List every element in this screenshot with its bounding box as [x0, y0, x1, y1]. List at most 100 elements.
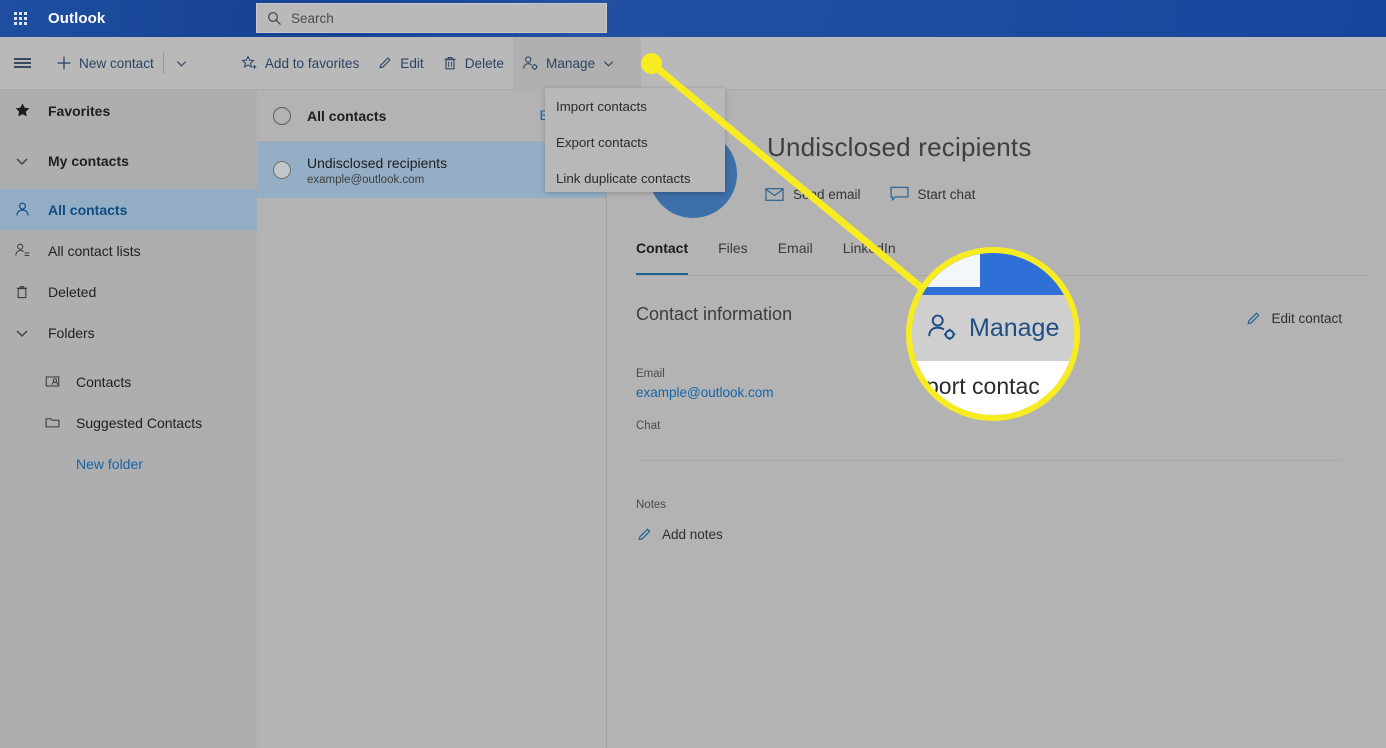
magnifier-menu-text: port contac	[926, 373, 1040, 399]
menu-item-import-contacts[interactable]: Import contacts	[545, 88, 725, 124]
page-title: Undisclosed recipients	[767, 132, 1032, 162]
sidebar: Favorites My contacts All contacts All c…	[0, 90, 257, 748]
sidebar-item-label: All contact lists	[48, 242, 141, 259]
start-chat-button[interactable]: Start chat	[890, 186, 976, 202]
chevron-down-icon	[175, 57, 188, 70]
sidebar-item-my-contacts[interactable]: My contacts	[0, 140, 257, 181]
magnifier-manage-button: Manage	[912, 295, 1074, 361]
tab-contact[interactable]: Contact	[636, 240, 689, 275]
outlook-contacts-screen: Outlook Search New contact Add to favori…	[0, 0, 1386, 748]
field-email: Email example@outlook.com	[636, 368, 774, 400]
search-placeholder: Search	[291, 10, 334, 26]
magnifier-manage-label: Manage	[969, 313, 1060, 342]
new-contact-label: New contact	[79, 55, 154, 71]
command-toolbar: New contact Add to favorites Edit Delete…	[0, 36, 1386, 90]
callout-dot	[641, 53, 662, 74]
manage-dropdown-menu: Import contacts Export contacts Link dup…	[545, 88, 725, 192]
sidebar-item-label: New folder	[76, 455, 143, 472]
radio-unchecked-icon[interactable]	[273, 106, 291, 125]
menu-item-link-duplicate-contacts[interactable]: Link duplicate contacts	[545, 160, 725, 196]
search-input[interactable]: Search	[256, 3, 607, 33]
sidebar-item-deleted[interactable]: Deleted	[0, 271, 257, 312]
start-chat-label: Start chat	[917, 186, 976, 202]
radio-unchecked-icon[interactable]	[273, 161, 291, 179]
field-chat: Chat	[636, 420, 660, 437]
sidebar-item-folders[interactable]: Folders	[0, 312, 257, 353]
sidebar-item-label: Folders	[48, 324, 95, 341]
sidebar-item-new-folder[interactable]: New folder	[0, 443, 257, 484]
brand-title: Outlook	[48, 10, 106, 27]
pencil-icon	[1245, 310, 1262, 327]
sidebar-item-suggested-contacts[interactable]: Suggested Contacts	[0, 402, 257, 443]
contact-card-icon	[44, 373, 76, 390]
send-email-label: Send email	[793, 186, 861, 202]
contact-email: example@outlook.com	[307, 173, 425, 186]
sidebar-item-label: Contacts	[76, 373, 132, 390]
add-notes-label: Add notes	[662, 527, 723, 542]
hamburger-menu-icon[interactable]	[0, 37, 44, 90]
sidebar-item-all-contact-lists[interactable]: All contact lists	[0, 230, 257, 271]
toolbar-divider	[162, 52, 164, 74]
tab-email[interactable]: Email	[778, 240, 813, 275]
top-navigation-bar: Outlook	[0, 0, 1386, 37]
field-label: Notes	[636, 499, 667, 511]
chevron-down-icon	[602, 57, 615, 70]
chevron-down-icon	[14, 153, 48, 169]
people-list-icon	[14, 242, 48, 259]
sidebar-item-label: Deleted	[48, 283, 97, 300]
field-label: Chat	[636, 420, 661, 432]
add-to-favorites-label: Add to favorites	[264, 55, 360, 71]
search-icon	[267, 11, 282, 26]
chevron-down-icon	[14, 325, 48, 341]
add-to-favorites-button[interactable]: Add to favorites	[232, 37, 368, 90]
contact-name: Undisclosed recipients	[307, 154, 448, 171]
pencil-icon	[377, 55, 393, 71]
delete-button[interactable]: Delete	[433, 37, 513, 90]
tab-linkedin[interactable]: LinkedIn	[843, 240, 896, 275]
trash-icon	[14, 284, 48, 300]
app-launcher-icon[interactable]	[0, 0, 40, 37]
sidebar-item-all-contacts[interactable]: All contacts	[0, 189, 257, 230]
person-icon	[14, 201, 48, 218]
new-contact-button[interactable]: New contact	[44, 37, 160, 90]
magnifier-callout: Manage port contac	[906, 247, 1080, 421]
edit-contact-label: Edit contact	[1271, 311, 1342, 326]
menu-item-export-contacts[interactable]: Export contacts	[545, 124, 725, 160]
sidebar-item-label: Favorites	[48, 102, 111, 119]
star-add-icon	[241, 54, 258, 72]
contact-information-heading: Contact information	[636, 304, 793, 324]
sidebar-item-label: Suggested Contacts	[76, 414, 203, 431]
manage-button[interactable]: Manage	[513, 36, 642, 90]
sidebar-item-label: My contacts	[48, 152, 129, 169]
tab-files[interactable]: Files	[718, 240, 748, 275]
person-gear-icon	[522, 55, 539, 72]
field-label: Email	[636, 368, 665, 380]
edit-contact-button[interactable]: Edit contact	[1245, 310, 1342, 327]
plus-icon	[56, 55, 72, 71]
chat-bubble-icon	[890, 186, 909, 202]
folder-icon	[44, 414, 76, 431]
sidebar-item-favorites[interactable]: Favorites	[0, 90, 257, 131]
edit-label: Edit	[400, 55, 424, 71]
chevron-down-icon	[1070, 315, 1074, 341]
magnifier-content: Manage port contac	[912, 253, 1074, 415]
delete-label: Delete	[464, 55, 504, 71]
section-divider	[636, 460, 1342, 461]
edit-button[interactable]: Edit	[368, 37, 432, 90]
trash-icon	[442, 55, 458, 71]
person-gear-icon	[926, 312, 958, 344]
sidebar-item-label: All contacts	[48, 201, 128, 218]
sidebar-item-contacts-folder[interactable]: Contacts	[0, 361, 257, 402]
send-email-button[interactable]: Send email	[765, 186, 861, 202]
envelope-icon	[765, 187, 784, 202]
add-notes-button[interactable]: Add notes	[636, 526, 723, 543]
manage-label: Manage	[546, 55, 596, 71]
magnifier-white-region	[912, 253, 980, 287]
star-filled-icon	[14, 102, 48, 119]
new-contact-dropdown-button[interactable]	[167, 37, 196, 90]
detail-quick-actions: Send email Start chat	[765, 186, 975, 202]
field-notes: Notes	[636, 499, 666, 516]
pencil-icon	[636, 526, 653, 543]
contact-list-title: All contacts	[307, 107, 387, 124]
field-value-email[interactable]: example@outlook.com	[636, 385, 774, 400]
